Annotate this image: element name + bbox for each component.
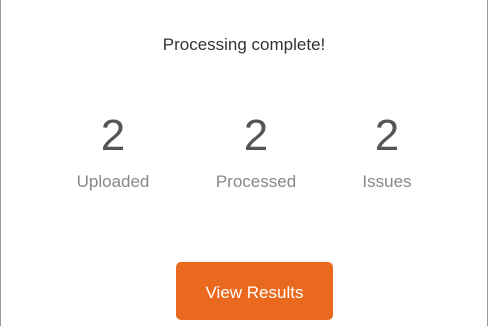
- uploaded-label: Uploaded: [76, 172, 150, 191]
- issues-count: 2: [374, 111, 400, 160]
- processed-label: Processed: [215, 172, 297, 191]
- processed-count: 2: [243, 111, 269, 160]
- stat-processed: 2 Processed: [196, 110, 316, 192]
- view-results-button[interactable]: View Results: [176, 262, 333, 320]
- view-results-label: View Results: [205, 282, 304, 302]
- stat-issues: 2 Issues: [327, 110, 447, 192]
- processing-summary-panel: Processing complete! 2 Uploaded 2 Proces…: [0, 0, 488, 326]
- uploaded-count: 2: [100, 111, 126, 160]
- stat-uploaded: 2 Uploaded: [53, 110, 173, 192]
- status-message: Processing complete!: [162, 35, 326, 54]
- issues-label: Issues: [362, 172, 412, 191]
